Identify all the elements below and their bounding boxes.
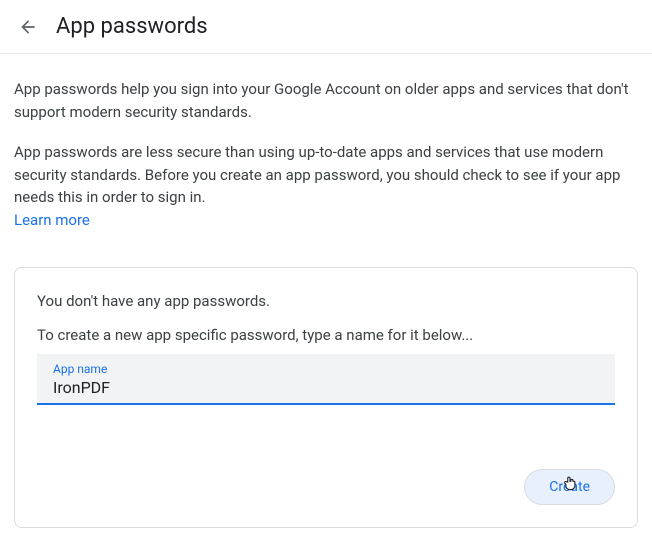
app-passwords-card: You don't have any app passwords. To cre… [14,267,638,528]
page-title: App passwords [56,14,208,39]
back-arrow-icon[interactable] [16,15,40,39]
description-para-2: App passwords are less secure than using… [14,141,638,231]
create-button[interactable]: Create [524,469,615,505]
learn-more-link[interactable]: Learn more [14,211,90,229]
create-button-label: Create [549,479,590,495]
description-text-2: App passwords are less secure than using… [14,143,620,206]
instruction-text: To create a new app specific password, t… [37,326,615,344]
header: App passwords [0,0,652,54]
app-name-input-container[interactable]: App name [37,354,615,405]
app-name-label: App name [53,362,599,376]
empty-state-text: You don't have any app passwords. [37,292,615,310]
button-row: Create [37,469,615,505]
description-para-1: App passwords help you sign into your Go… [14,78,638,123]
app-name-input[interactable] [53,378,599,397]
content-area: App passwords help you sign into your Go… [0,54,652,528]
